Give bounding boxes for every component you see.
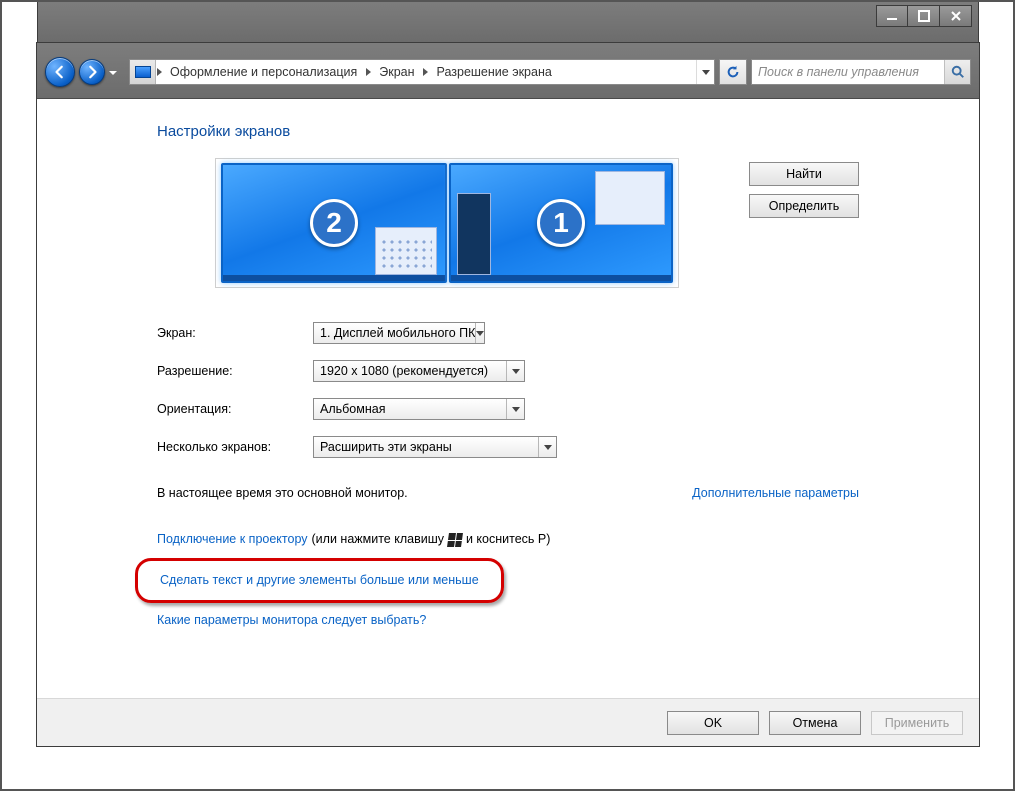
monitor-number: 2 — [310, 199, 358, 247]
nav-history-dropdown[interactable] — [107, 65, 119, 81]
apply-button[interactable]: Применить — [871, 711, 963, 735]
windows-key-icon — [447, 533, 463, 547]
monitor-preview[interactable]: 2 1 — [215, 158, 679, 288]
explorer-toolbar: Оформление и персонализация Экран Разреш… — [37, 43, 979, 99]
cancel-button[interactable]: Отмена — [769, 711, 861, 735]
content-area: Настройки экранов 2 1 Найти Определить — [37, 99, 979, 698]
identify-button[interactable]: Определить — [749, 194, 859, 218]
control-panel-window: Оформление и персонализация Экран Разреш… — [36, 42, 980, 747]
breadcrumb-personalization[interactable]: Оформление и персонализация — [162, 60, 365, 84]
detect-button[interactable]: Найти — [749, 162, 859, 186]
screen-label: Экран: — [157, 326, 313, 340]
chevron-down-icon[interactable] — [506, 361, 524, 381]
ok-button[interactable]: OK — [667, 711, 759, 735]
monitor-2[interactable]: 2 — [221, 163, 447, 283]
advanced-settings-link[interactable]: Дополнительные параметры — [692, 486, 859, 500]
orientation-label: Ориентация: — [157, 402, 313, 416]
which-settings-link[interactable]: Какие параметры монитора следует выбрать… — [157, 613, 426, 627]
page-title: Настройки экранов — [157, 123, 859, 140]
search-input[interactable]: Поиск в панели управления — [751, 59, 971, 85]
orientation-value: Альбомная — [320, 402, 506, 416]
chevron-down-icon[interactable] — [506, 399, 524, 419]
text-size-link[interactable]: Сделать текст и другие элементы больше и… — [160, 573, 479, 587]
dialog-footer: OK Отмена Применить — [37, 698, 979, 746]
breadcrumb-resolution: Разрешение экрана — [429, 60, 560, 84]
location-icon — [130, 60, 156, 84]
address-bar[interactable]: Оформление и персонализация Экран Разреш… — [129, 59, 715, 85]
projector-link[interactable]: Подключение к проектору — [157, 526, 308, 554]
maximize-button[interactable] — [908, 5, 940, 27]
orientation-select[interactable]: Альбомная — [313, 398, 525, 420]
preview-window-icon — [457, 193, 491, 275]
resolution-select[interactable]: 1920 x 1080 (рекомендуется) — [313, 360, 525, 382]
screen-value: 1. Дисплей мобильного ПК — [320, 326, 475, 340]
monitor-number: 1 — [537, 199, 585, 247]
multiple-displays-select[interactable]: Расширить эти экраны — [313, 436, 557, 458]
resolution-value: 1920 x 1080 (рекомендуется) — [320, 364, 506, 378]
resolution-label: Разрешение: — [157, 364, 313, 378]
primary-monitor-status: В настоящее время это основной монитор. — [157, 486, 408, 500]
minimize-button[interactable] — [876, 5, 908, 27]
projector-hint-b: и коснитесь P) — [466, 526, 550, 554]
close-button[interactable] — [940, 5, 972, 27]
refresh-button[interactable] — [719, 59, 747, 85]
preview-window-icon — [375, 227, 437, 275]
preview-window-icon — [595, 171, 665, 225]
multiple-displays-value: Расширить эти экраны — [320, 440, 538, 454]
nav-back-button[interactable] — [45, 57, 75, 87]
search-placeholder: Поиск в панели управления — [752, 65, 944, 79]
chevron-down-icon[interactable] — [538, 437, 556, 457]
screen-select[interactable]: 1. Дисплей мобильного ПК — [313, 322, 485, 344]
highlight-annotation: Сделать текст и другие элементы больше и… — [135, 558, 504, 604]
window-titlebar — [37, 0, 979, 42]
address-dropdown[interactable] — [696, 60, 714, 84]
search-icon[interactable] — [944, 60, 970, 84]
projector-hint-a: (или нажмите клавишу — [312, 526, 444, 554]
nav-forward-button[interactable] — [79, 59, 105, 85]
chevron-down-icon[interactable] — [475, 323, 484, 343]
multiple-displays-label: Несколько экранов: — [157, 440, 313, 454]
monitor-1[interactable]: 1 — [449, 163, 673, 283]
breadcrumb-display[interactable]: Экран — [371, 60, 422, 84]
